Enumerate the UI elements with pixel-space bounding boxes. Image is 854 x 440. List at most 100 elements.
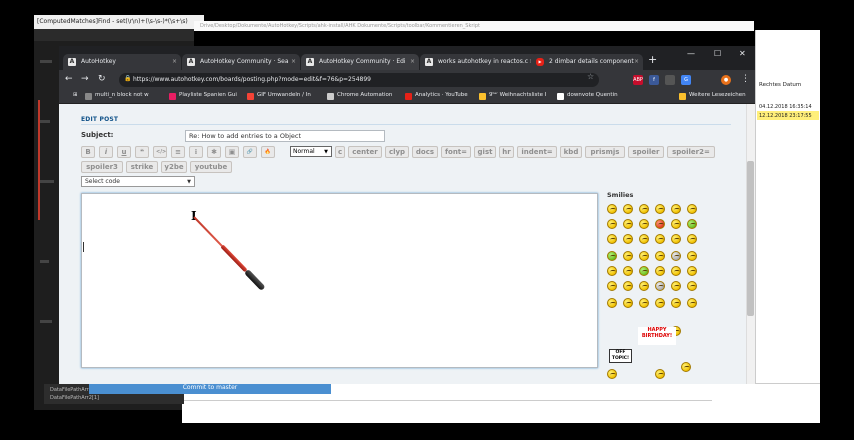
smiley-icon[interactable]: [639, 266, 649, 276]
smiley-icon[interactable]: [655, 234, 665, 244]
close-icon[interactable]: ×: [410, 58, 415, 65]
tab-reactos[interactable]: A works autohotkey in reactos.c ×: [420, 54, 538, 70]
smiley-icon[interactable]: [607, 281, 617, 291]
tag-gist-button[interactable]: gist: [474, 146, 496, 158]
smiley-icon[interactable]: [655, 298, 665, 308]
code-button[interactable]: </>: [153, 146, 167, 158]
smiley-icon[interactable]: [607, 369, 617, 379]
font-size-select[interactable]: Normal ▼: [290, 146, 332, 157]
close-icon[interactable]: ×: [634, 58, 639, 65]
tag-kbd-button[interactable]: kbd: [560, 146, 582, 158]
apps-icon[interactable]: ⊞: [63, 92, 78, 98]
tag-spoiler3-button[interactable]: spoiler3: [81, 161, 123, 173]
tab-autohotkey[interactable]: A AutoHotkey ×: [63, 54, 181, 70]
smiley-icon[interactable]: [687, 251, 697, 261]
quote-button[interactable]: ❝: [135, 146, 149, 158]
smiley-icon[interactable]: [623, 298, 633, 308]
smiley-icon[interactable]: [639, 298, 649, 308]
smiley-icon[interactable]: [655, 219, 665, 229]
smiley-icon[interactable]: [687, 298, 697, 308]
smiley-icon[interactable]: [623, 281, 633, 291]
smiley-icon[interactable]: [655, 281, 665, 291]
smiley-icon[interactable]: [687, 266, 697, 276]
italic-button[interactable]: i: [99, 146, 113, 158]
close-window-button[interactable]: ✕: [739, 49, 746, 58]
smiley-icon[interactable]: [607, 204, 617, 214]
tag-prismjs-button[interactable]: prismjs: [585, 146, 625, 158]
bookmark-item[interactable]: Analytics · YouTube: [405, 92, 468, 100]
smiley-icon[interactable]: [671, 204, 681, 214]
tab-youtube[interactable]: ▶ 2 dimbar details component ×: [531, 54, 643, 70]
smiley-icon[interactable]: [671, 234, 681, 244]
tag-youtube-button[interactable]: youtube: [190, 161, 232, 173]
smiley-icon[interactable]: [639, 281, 649, 291]
address-bar[interactable]: 🔒 https://www.autohotkey.com/boards/post…: [119, 73, 599, 87]
list-item-button[interactable]: ✱: [207, 146, 221, 158]
bookmark-star-icon[interactable]: ☆: [587, 72, 594, 81]
image-button[interactable]: ▣: [225, 146, 239, 158]
message-textarea[interactable]: [81, 193, 598, 368]
smiley-icon[interactable]: [623, 234, 633, 244]
smiley-icon[interactable]: [681, 362, 691, 372]
smiley-icon[interactable]: [623, 251, 633, 261]
underline-button[interactable]: u: [117, 146, 131, 158]
bookmark-item[interactable]: downvote Quentin: [557, 92, 618, 100]
bookmark-item[interactable]: Chrome Automation: [327, 92, 392, 100]
smiley-icon[interactable]: [671, 251, 681, 261]
smiley-icon[interactable]: [607, 266, 617, 276]
background-date-row-selected[interactable]: 12.12.2018 23:17:55: [757, 111, 819, 120]
smiley-icon[interactable]: [607, 234, 617, 244]
bookmark-item[interactable]: 9ᵗᵉʳ Weihnachtsliste I: [479, 92, 546, 100]
smiley-icon[interactable]: [623, 219, 633, 229]
maximize-button[interactable]: ☐: [714, 49, 721, 58]
bookmark-item[interactable]: multi_n block not w: [85, 92, 149, 100]
smiley-icon[interactable]: [607, 298, 617, 308]
smiley-icon[interactable]: [639, 251, 649, 261]
smiley-icon[interactable]: [639, 234, 649, 244]
menu-dots-icon[interactable]: ⋮: [741, 74, 750, 84]
new-tab-button[interactable]: +: [648, 53, 657, 66]
smiley-icon[interactable]: [607, 219, 617, 229]
background-date-row[interactable]: 04.12.2018 16:35:14: [757, 102, 819, 111]
smiley-icon[interactable]: [655, 369, 665, 379]
reload-button[interactable]: ↻: [98, 74, 106, 84]
smiley-icon[interactable]: [655, 251, 665, 261]
bookmark-item[interactable]: Weitere Lesezeichen: [679, 92, 746, 100]
smiley-icon[interactable]: [687, 219, 697, 229]
color-button[interactable]: c: [335, 146, 345, 158]
smiley-icon[interactable]: [687, 204, 697, 214]
offtopic-smiley[interactable]: OFF TOPIC!: [609, 349, 632, 363]
back-button[interactable]: ←: [65, 74, 73, 84]
smiley-icon[interactable]: [623, 204, 633, 214]
ordered-list-button[interactable]: ⁝: [189, 146, 203, 158]
smiley-icon[interactable]: [671, 266, 681, 276]
profile-avatar-icon[interactable]: ●: [721, 75, 731, 85]
tag-spoiler2-button[interactable]: spoiler2=: [667, 146, 715, 158]
flash-button[interactable]: 🔥: [261, 146, 275, 158]
smiley-icon[interactable]: [671, 219, 681, 229]
bold-button[interactable]: B: [81, 146, 95, 158]
extension-icon[interactable]: [665, 75, 675, 85]
smiley-icon[interactable]: [671, 281, 681, 291]
smiley-icon[interactable]: [639, 204, 649, 214]
birthday-smiley[interactable]: HAPPY BIRTHDAY!: [638, 327, 676, 345]
tab-community-edit[interactable]: A AutoHotkey Community · Edi ×: [301, 54, 419, 70]
tab-community-search[interactable]: A AutoHotkey Community · Sea ×: [182, 54, 300, 70]
tag-docs-button[interactable]: docs: [412, 146, 438, 158]
smiley-icon[interactable]: [671, 298, 681, 308]
bookmark-item[interactable]: Playliste Spanien Gui: [169, 92, 237, 100]
facebook-extension-icon[interactable]: f: [649, 75, 659, 85]
scrollbar-thumb[interactable]: [747, 161, 754, 316]
tag-spoiler-button[interactable]: spoiler: [628, 146, 664, 158]
adblock-extension-icon[interactable]: ABP: [633, 75, 643, 85]
link-button[interactable]: 🔗: [243, 146, 257, 158]
smiley-icon[interactable]: [687, 234, 697, 244]
google-extension-icon[interactable]: G: [681, 75, 691, 85]
smiley-icon[interactable]: [655, 266, 665, 276]
tag-clyp-button[interactable]: clyp: [385, 146, 409, 158]
tag-strike-button[interactable]: strike: [126, 161, 158, 173]
tag-indent-button[interactable]: indent=: [517, 146, 557, 158]
smiley-icon[interactable]: [607, 251, 617, 261]
close-icon[interactable]: ×: [291, 58, 296, 65]
subject-input[interactable]: Re: How to add entries to a Object: [185, 130, 385, 142]
